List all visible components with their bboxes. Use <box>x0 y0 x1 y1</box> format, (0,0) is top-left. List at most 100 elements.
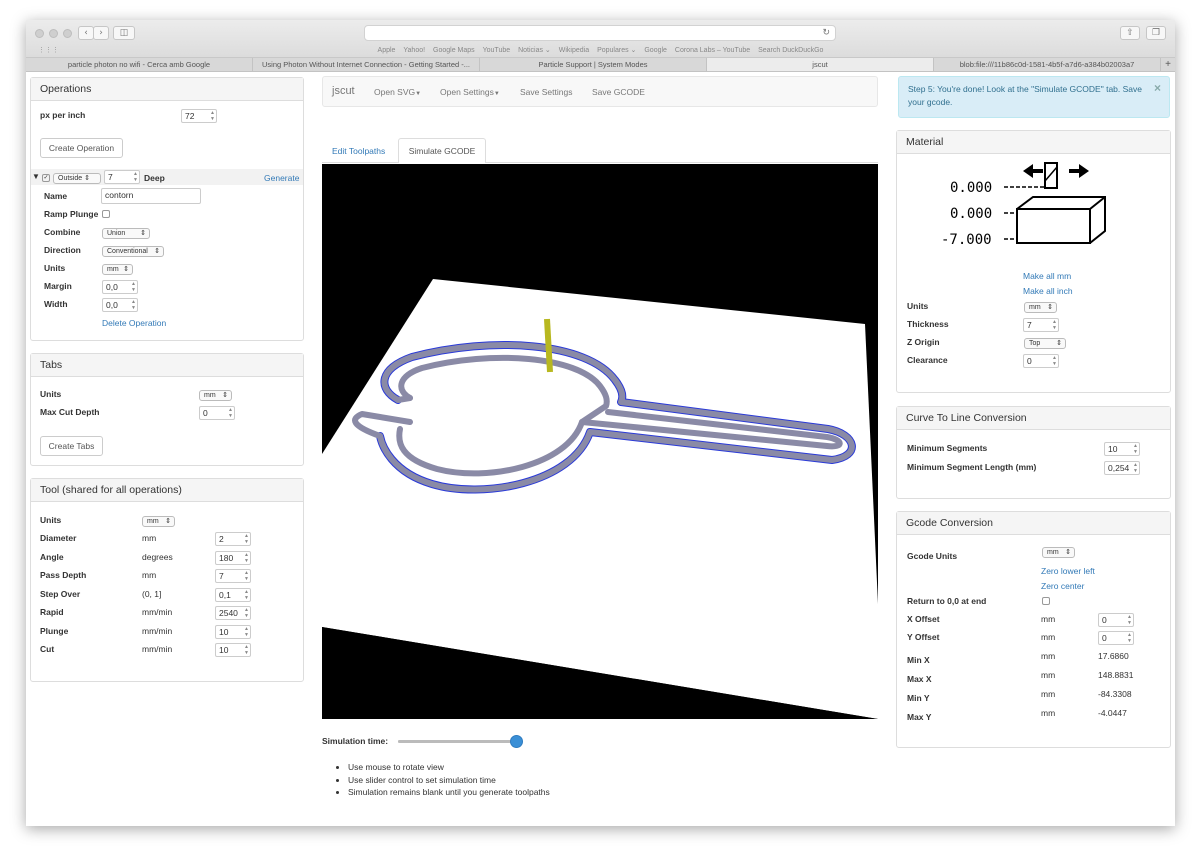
operation-name-input[interactable]: contorn <box>101 188 201 204</box>
browser-tab-active[interactable]: jscut <box>707 58 934 71</box>
z-origin-select[interactable]: Top ⇕ <box>1024 338 1066 349</box>
bookmark[interactable]: Google <box>644 47 667 54</box>
return-to-origin-checkbox[interactable] <box>1042 597 1050 605</box>
generate-link[interactable]: Generate <box>264 173 299 183</box>
spinner-icon[interactable]: ▲ ▼ <box>1127 632 1132 644</box>
close-window-button[interactable] <box>35 29 44 38</box>
zoom-window-button[interactable] <box>63 29 72 38</box>
share-icon[interactable]: ⇧ <box>1120 26 1140 40</box>
bookmark[interactable]: Search DuckDuckGo <box>758 47 823 54</box>
simulation-time-label: Simulation time: <box>322 736 389 746</box>
spinner-icon[interactable]: ▲ ▼ <box>244 626 249 638</box>
zero-lower-left-link[interactable]: Zero lower left <box>1041 566 1095 576</box>
browser-tab[interactable]: particle photon no wifi - Cerca amb Goog… <box>26 58 253 71</box>
combine-select[interactable]: Union ⇕ <box>102 228 150 239</box>
minimum-segments-input[interactable]: 10 ▲ ▼ <box>1104 442 1140 456</box>
simulation-slider-thumb[interactable] <box>510 735 523 748</box>
browser-tab[interactable]: Particle Support | System Modes <box>480 58 707 71</box>
clearance-input[interactable]: 0 ▲ ▼ <box>1023 354 1059 368</box>
thickness-input[interactable]: 7 ▲ ▼ <box>1023 318 1059 332</box>
direction-select[interactable]: Conventional ⇕ <box>102 246 164 257</box>
brand[interactable]: jscut <box>332 85 355 97</box>
create-tabs-button[interactable]: Create Tabs <box>40 436 103 456</box>
zero-center-link[interactable]: Zero center <box>1041 581 1084 591</box>
save-gcode-button[interactable]: Save GCODE <box>592 87 645 97</box>
bookmark[interactable]: Populares ⌄ <box>597 47 636 54</box>
operation-enabled-checkbox[interactable]: ✓ <box>42 174 50 182</box>
collapse-icon[interactable]: ▼ <box>32 172 40 181</box>
operation-type-select[interactable]: Outside ⇕ <box>53 173 101 184</box>
max-cut-depth-input[interactable]: 0 ▲ ▼ <box>199 406 235 420</box>
address-bar[interactable]: ↻ <box>364 25 836 41</box>
plunge-input[interactable]: 10 ▲ ▼ <box>215 625 251 639</box>
forward-button[interactable]: › <box>93 26 109 40</box>
spinner-icon[interactable]: ▲ ▼ <box>133 171 138 183</box>
gcode-units-select[interactable]: mm ⇕ <box>1042 547 1075 558</box>
width-input[interactable]: 0,0 ▲ ▼ <box>102 298 138 312</box>
open-settings-menu[interactable]: Open Settings▼ <box>440 87 500 97</box>
spinner-icon[interactable]: ▲ ▼ <box>210 110 215 122</box>
spinner-icon[interactable]: ▲ ▼ <box>131 299 136 311</box>
open-svg-menu[interactable]: Open SVG▼ <box>374 87 421 97</box>
new-tab-button[interactable]: + <box>1161 58 1175 71</box>
angle-input[interactable]: 180 ▲ ▼ <box>215 551 251 565</box>
ramp-plunge-checkbox[interactable] <box>102 210 110 218</box>
spinner-icon[interactable]: ▲ ▼ <box>1133 443 1138 455</box>
sidebar-icon[interactable]: ◫ <box>113 26 135 40</box>
spinner-icon[interactable]: ▲ ▼ <box>244 589 249 601</box>
bookmark[interactable]: Corona Labs – YouTube <box>675 47 750 54</box>
bit-icon <box>1044 162 1058 189</box>
spinner-icon[interactable]: ▲ ▼ <box>1052 355 1057 367</box>
bookmark[interactable]: Google Maps <box>433 47 475 54</box>
stock-front-face <box>1016 208 1091 244</box>
material-units-select[interactable]: mm ⇕ <box>1024 302 1057 313</box>
direction-label: Direction <box>44 245 81 255</box>
tab-edit-toolpaths[interactable]: Edit Toolpaths <box>332 146 385 156</box>
tabs-overview-icon[interactable]: ❐ <box>1146 26 1166 40</box>
make-all-mm-link[interactable]: Make all mm <box>1023 271 1071 281</box>
spinner-icon[interactable]: ▲ ▼ <box>1133 462 1138 474</box>
px-per-inch-input[interactable]: 72 ▲ ▼ <box>181 109 217 123</box>
browser-tab[interactable]: blob:file:///11b86c0d-1581-4b5f-a7d6-a38… <box>934 58 1161 71</box>
back-button[interactable]: ‹ <box>78 26 94 40</box>
create-operation-button[interactable]: Create Operation <box>40 138 123 158</box>
close-icon[interactable]: × <box>1154 82 1161 95</box>
spinner-icon[interactable]: ▲ ▼ <box>244 552 249 564</box>
pass-depth-input[interactable]: 7 ▲ ▼ <box>215 569 251 583</box>
bookmark[interactable]: Yahoo! <box>403 47 425 54</box>
browser-tab[interactable]: Using Photon Without Internet Connection… <box>253 58 480 71</box>
spinner-icon[interactable]: ▲ ▼ <box>244 607 249 619</box>
spinner-icon[interactable]: ▲ ▼ <box>244 533 249 545</box>
rapid-input[interactable]: 2540 ▲ ▼ <box>215 606 251 620</box>
step-over-input[interactable]: 0,1 ▲ ▼ <box>215 588 251 602</box>
delete-operation-link[interactable]: Delete Operation <box>102 318 166 328</box>
minimize-window-button[interactable] <box>49 29 58 38</box>
save-settings-button[interactable]: Save Settings <box>520 87 572 97</box>
simulation-viewport[interactable] <box>322 164 878 719</box>
bookmark[interactable]: Wikipedia <box>559 47 589 54</box>
x-offset-input[interactable]: 0 ▲ ▼ <box>1098 613 1134 627</box>
spinner-icon[interactable]: ▲ ▼ <box>244 570 249 582</box>
units-select[interactable]: mm ⇕ <box>102 264 133 275</box>
spinner-icon[interactable]: ▲ ▼ <box>1052 319 1057 331</box>
minimum-segment-length-input[interactable]: 0,254 ▲ ▼ <box>1104 461 1140 475</box>
tabs-units-select[interactable]: mm ⇕ <box>199 390 232 401</box>
bookmark[interactable]: Apple <box>378 47 396 54</box>
tool-units-select[interactable]: mm ⇕ <box>142 516 175 527</box>
tab-simulate-gcode[interactable]: Simulate GCODE <box>398 138 486 163</box>
bookmark[interactable]: YouTube <box>483 47 511 54</box>
spinner-icon[interactable]: ▲ ▼ <box>244 644 249 656</box>
operation-depth-input[interactable]: 7 ▲ ▼ <box>104 170 140 184</box>
spinner-icon[interactable]: ▲ ▼ <box>228 407 233 419</box>
diameter-input[interactable]: 2 ▲ ▼ <box>215 532 251 546</box>
cut-input[interactable]: 10 ▲ ▼ <box>215 643 251 657</box>
reload-icon[interactable]: ↻ <box>822 27 830 38</box>
bookmark[interactable]: Noticias ⌄ <box>518 47 551 54</box>
grid-icon[interactable]: ⋮⋮⋮ <box>38 46 59 54</box>
make-all-inch-link[interactable]: Make all inch <box>1023 286 1073 296</box>
margin-input[interactable]: 0,0 ▲ ▼ <box>102 280 138 294</box>
spinner-icon[interactable]: ▲ ▼ <box>1127 614 1132 626</box>
simulation-slider-track[interactable] <box>398 735 523 748</box>
spinner-icon[interactable]: ▲ ▼ <box>131 281 136 293</box>
y-offset-input[interactable]: 0 ▲ ▼ <box>1098 631 1134 645</box>
